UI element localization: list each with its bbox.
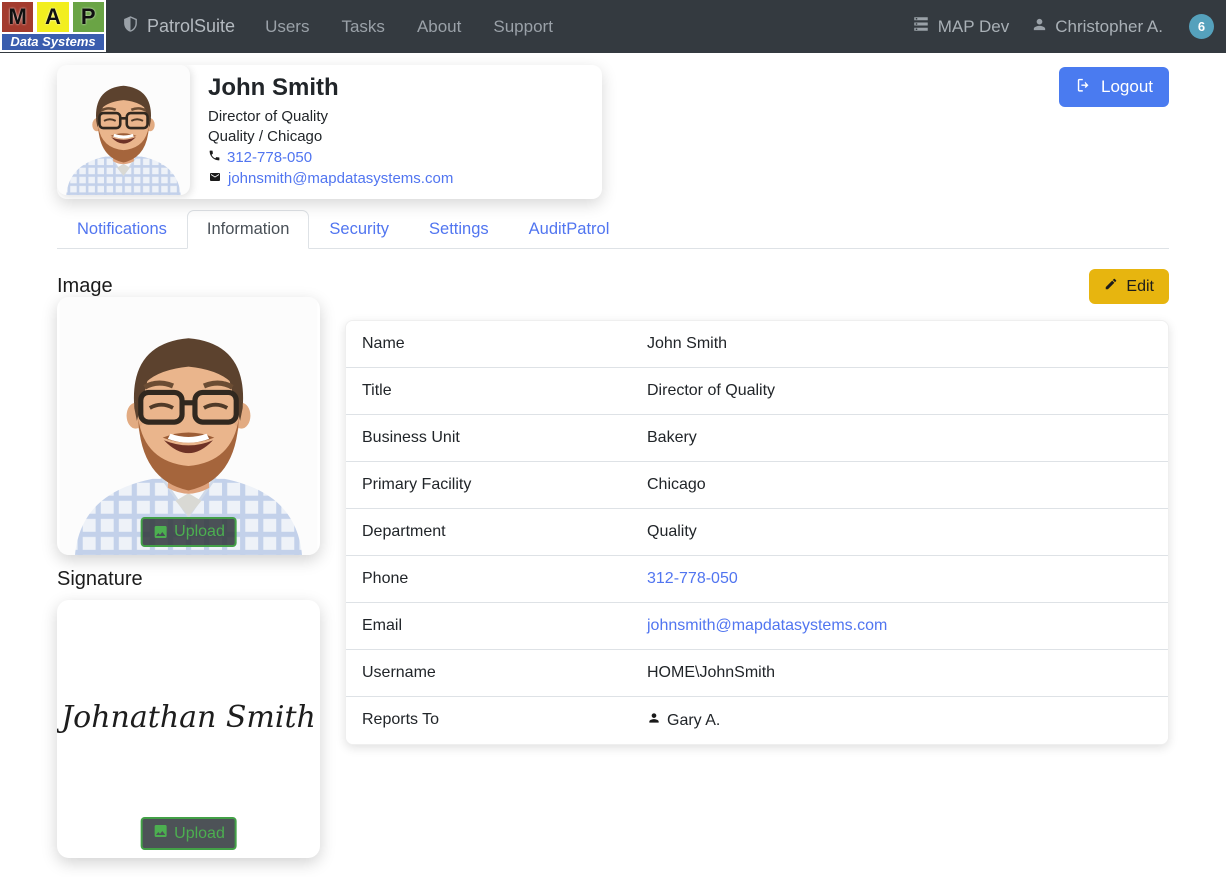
logo-subtitle: Data Systems <box>0 34 106 52</box>
profile-header: John Smith Director of Quality Quality /… <box>57 65 1169 199</box>
pencil-icon <box>1104 277 1118 296</box>
user-image-card: Upload <box>57 297 320 555</box>
info-row-email: Email johnsmith@mapdatasystems.com <box>346 603 1168 650</box>
signature-image: Johnathan Smith <box>57 700 320 735</box>
profile-summary-card: John Smith Director of Quality Quality /… <box>57 65 602 199</box>
upload-signature-label: Upload <box>174 825 225 843</box>
profile-name: John Smith <box>208 74 453 102</box>
logout-icon <box>1075 76 1092 98</box>
nav-item-users[interactable]: Users <box>265 17 309 37</box>
info-label: Email <box>346 603 631 649</box>
logo-letter-m: M <box>0 0 35 34</box>
tab-information[interactable]: Information <box>187 210 310 249</box>
tab-notifications[interactable]: Notifications <box>57 210 187 249</box>
info-value: John Smith <box>631 321 743 367</box>
info-value: Director of Quality <box>631 368 791 414</box>
top-navbar: M A P Data Systems PatrolSuite Users Task… <box>0 0 1226 53</box>
info-label: Name <box>346 321 631 367</box>
info-value: HOME\JohnSmith <box>631 650 791 696</box>
tab-auditpatrol[interactable]: AuditPatrol <box>509 210 630 249</box>
profile-tabs: NotificationsInformationSecuritySettings… <box>57 210 1169 249</box>
info-label: Username <box>346 650 631 696</box>
map-logo[interactable]: M A P Data Systems <box>0 0 106 52</box>
main-content: John Smith Director of Quality Quality /… <box>0 53 1226 858</box>
info-label: Department <box>346 509 631 555</box>
upload-image-button[interactable]: Upload <box>140 517 237 547</box>
nav-items: Users Tasks About Support <box>265 17 553 37</box>
person-icon <box>647 711 661 730</box>
edit-label: Edit <box>1126 278 1154 296</box>
brand-label: PatrolSuite <box>147 16 235 37</box>
info-value-link[interactable]: johnsmith@mapdatasystems.com <box>647 617 887 635</box>
info-row-primary-facility: Primary FacilityChicago <box>346 462 1168 509</box>
tab-settings[interactable]: Settings <box>409 210 509 249</box>
info-label: Phone <box>346 556 631 602</box>
profile-info: John Smith Director of Quality Quality /… <box>190 65 463 199</box>
info-label: Primary Facility <box>346 462 631 508</box>
info-value: Bakery <box>631 415 713 461</box>
person-icon <box>1031 16 1048 38</box>
content-row: Upload Signature Johnathan Smith Upload … <box>57 297 1169 858</box>
info-value: johnsmith@mapdatasystems.com <box>631 603 903 649</box>
info-label: Reports To <box>346 697 631 744</box>
info-row-username: UsernameHOME\JohnSmith <box>346 650 1168 697</box>
tab-security[interactable]: Security <box>309 210 409 249</box>
user-menu[interactable]: Christopher A. <box>1031 16 1163 38</box>
info-row-reports-to: Reports To Gary A. <box>346 697 1168 744</box>
server-icon <box>911 15 931 38</box>
user-label: Christopher A. <box>1055 17 1163 37</box>
info-value: Chicago <box>631 462 722 508</box>
phone-icon <box>208 149 221 166</box>
image-heading: Image <box>57 275 113 298</box>
image-upload-icon <box>152 823 168 844</box>
logout-button[interactable]: Logout <box>1059 67 1169 107</box>
profile-email-link[interactable]: johnsmith@mapdatasystems.com <box>228 170 453 187</box>
info-row-business-unit: Business UnitBakery <box>346 415 1168 462</box>
nav-item-about[interactable]: About <box>417 17 461 37</box>
profile-phone-link[interactable]: 312-778-050 <box>227 149 312 166</box>
info-value: Gary A. <box>631 697 736 744</box>
profile-department-location: Quality / Chicago <box>208 128 453 145</box>
upload-signature-button[interactable]: Upload <box>140 817 237 850</box>
info-row-department: DepartmentQuality <box>346 509 1168 556</box>
media-column: Upload Signature Johnathan Smith Upload <box>57 297 320 858</box>
info-label: Title <box>346 368 631 414</box>
info-row-phone: Phone 312-778-050 <box>346 556 1168 603</box>
profile-photo <box>57 65 190 195</box>
info-value-text: Gary A. <box>667 712 720 730</box>
info-row-name: NameJohn Smith <box>346 321 1168 368</box>
logout-label: Logout <box>1101 77 1153 97</box>
info-column: NameJohn SmithTitleDirector of QualityBu… <box>345 297 1169 858</box>
signature-card: Johnathan Smith Upload <box>57 600 320 858</box>
image-upload-icon <box>152 524 168 540</box>
shield-icon <box>122 14 139 39</box>
brand-patrolsuite[interactable]: PatrolSuite <box>122 14 235 39</box>
environment-label: MAP Dev <box>938 17 1010 37</box>
map-logo-squares: M A P <box>0 0 106 34</box>
notification-count-badge[interactable]: 6 <box>1189 14 1214 39</box>
user-info-table: NameJohn SmithTitleDirector of QualityBu… <box>345 320 1169 745</box>
info-label: Business Unit <box>346 415 631 461</box>
nav-item-support[interactable]: Support <box>493 17 553 37</box>
navbar-right: MAP Dev Christopher A. 6 <box>897 14 1226 39</box>
info-value: 312-778-050 <box>631 556 754 602</box>
info-value: Quality <box>631 509 713 555</box>
logo-letter-p: P <box>71 0 106 34</box>
info-value-link[interactable]: 312-778-050 <box>647 570 738 588</box>
profile-title: Director of Quality <box>208 108 453 125</box>
upload-image-label: Upload <box>174 523 225 541</box>
logo-letter-a: A <box>35 0 70 34</box>
info-row-title: TitleDirector of Quality <box>346 368 1168 415</box>
signature-heading: Signature <box>57 568 320 591</box>
nav-item-tasks[interactable]: Tasks <box>341 17 384 37</box>
envelope-icon <box>208 170 222 187</box>
environment-menu[interactable]: MAP Dev <box>911 15 1010 38</box>
